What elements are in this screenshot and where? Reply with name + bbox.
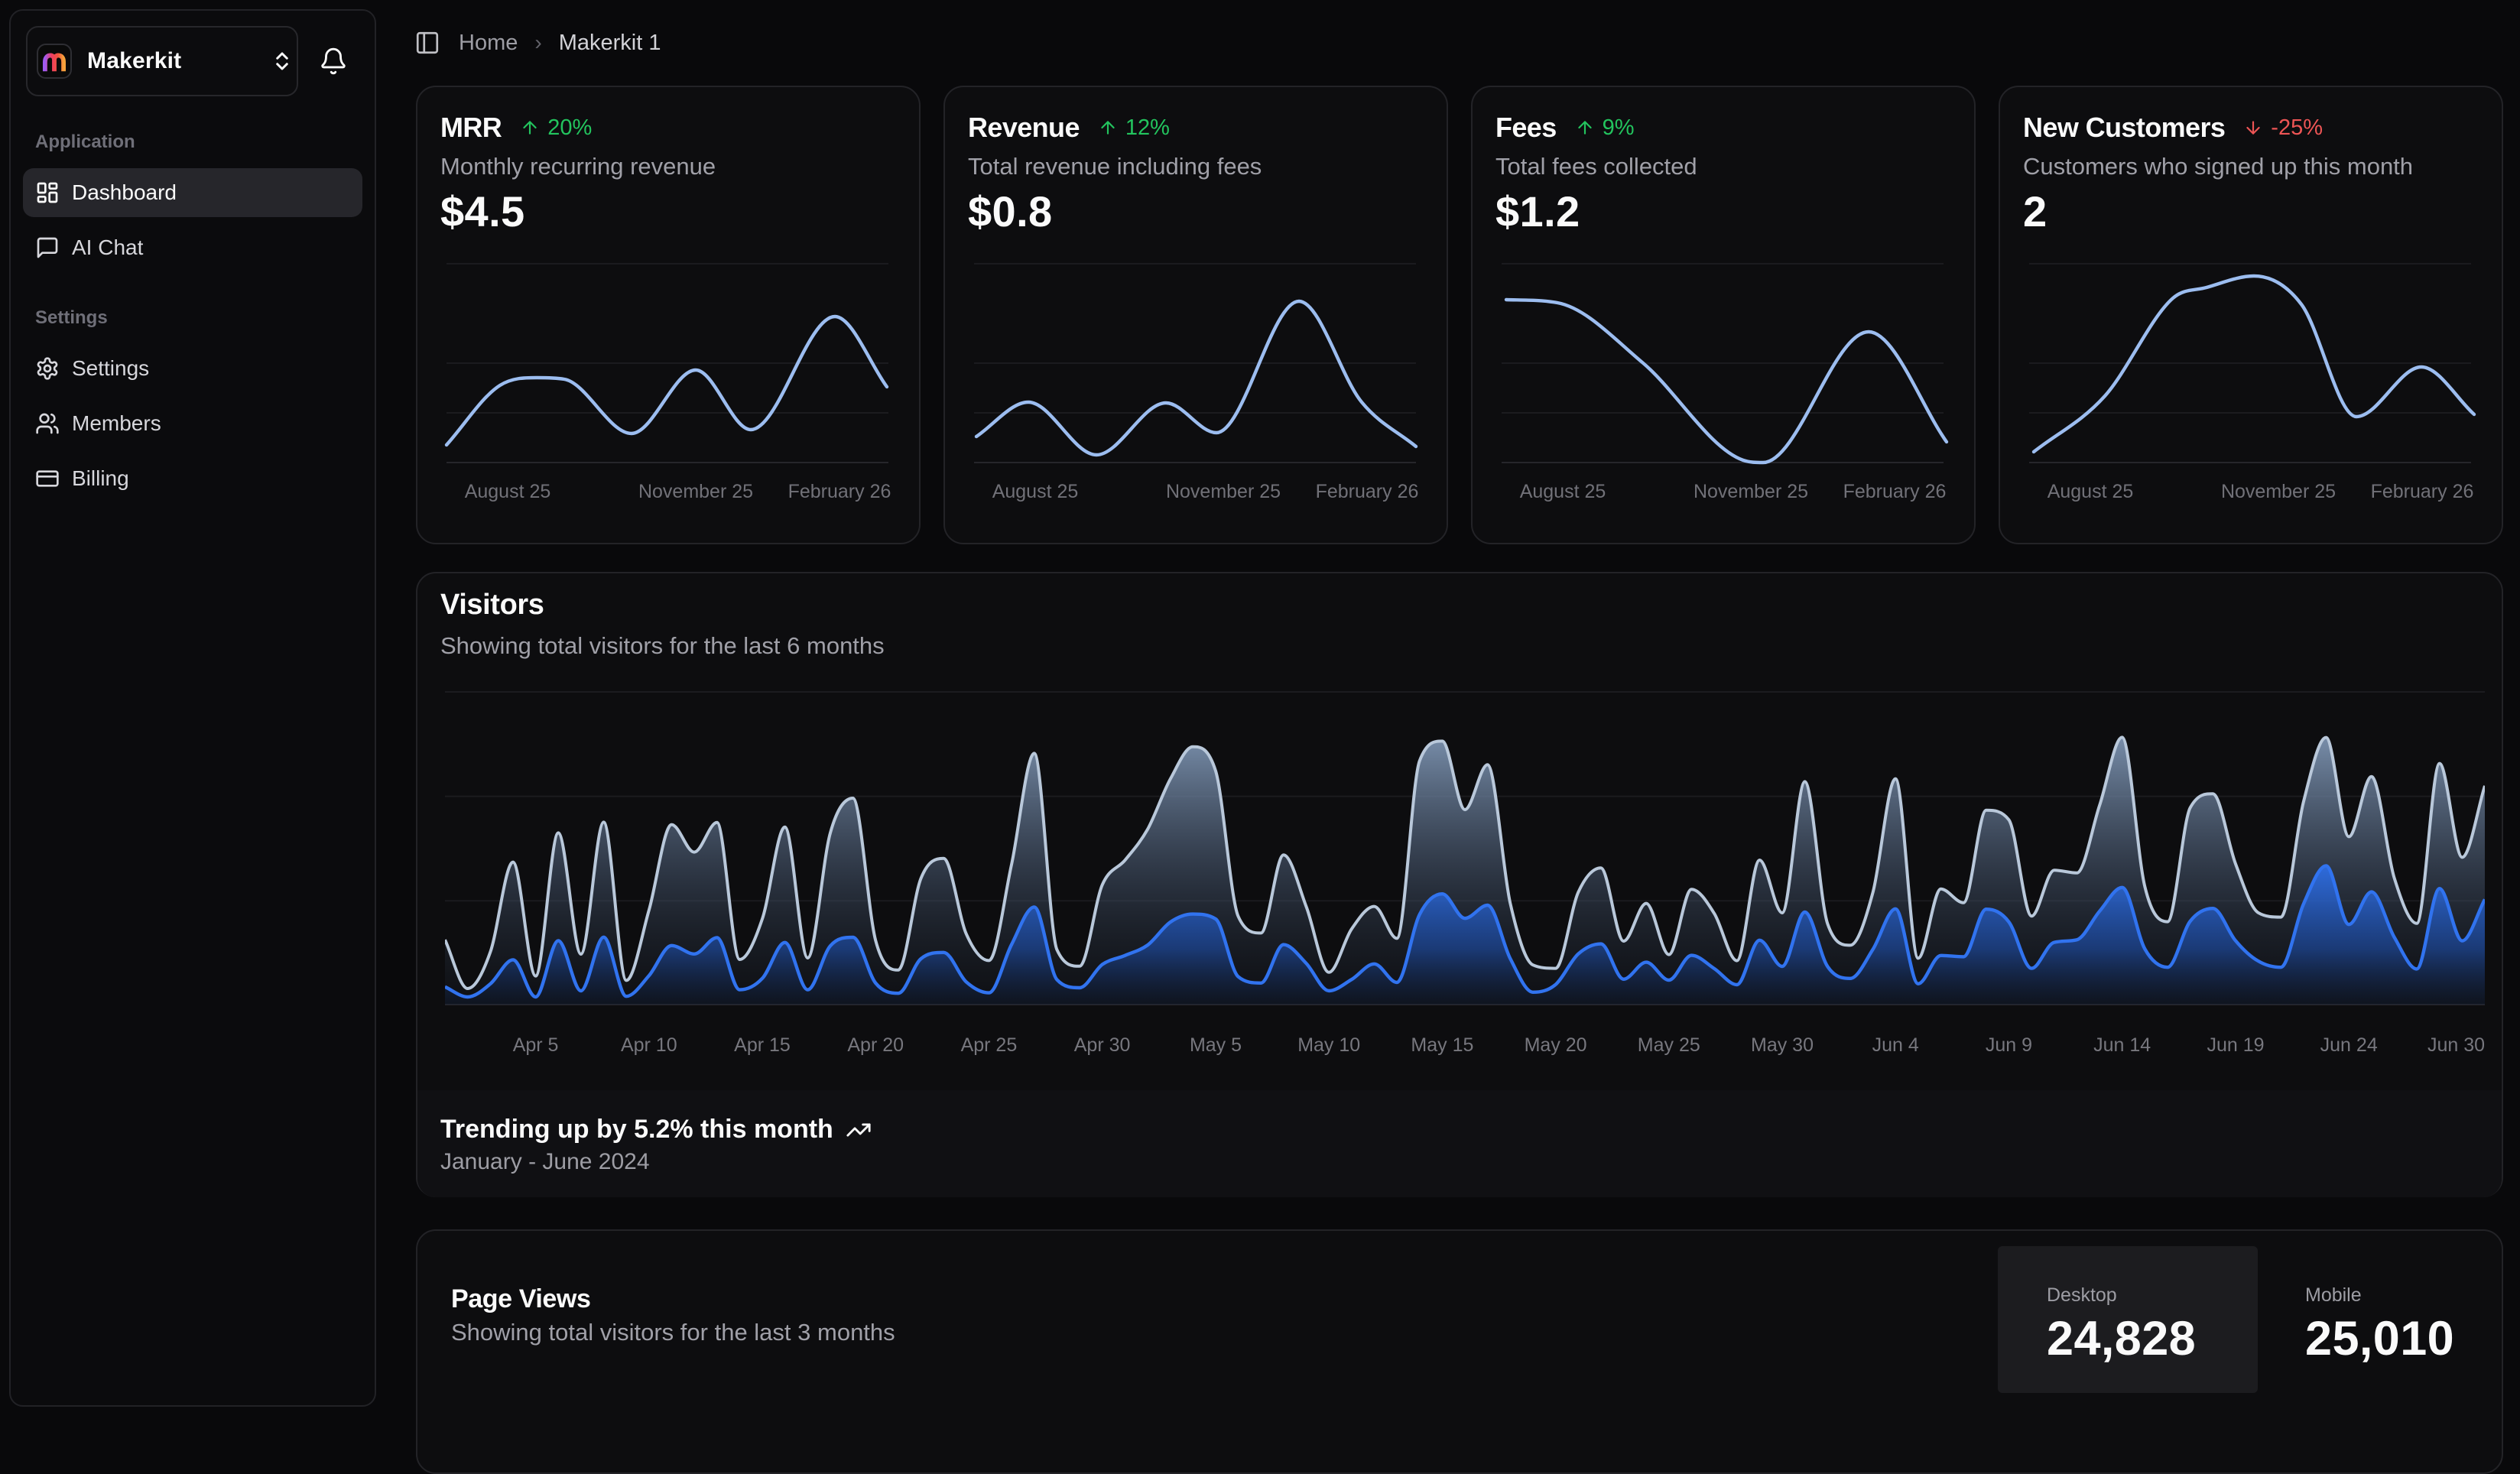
svg-text:February 26: February 26 [1843, 481, 1947, 502]
svg-text:Jun 30: Jun 30 [2427, 1034, 2485, 1056]
svg-text:Jun 4: Jun 4 [1872, 1034, 1919, 1056]
svg-text:Apr 10: Apr 10 [621, 1034, 677, 1056]
svg-text:February 26: February 26 [1316, 481, 1419, 502]
svg-text:May 10: May 10 [1297, 1034, 1360, 1056]
svg-text:August 25: August 25 [1520, 481, 1606, 502]
svg-text:February 26: February 26 [2371, 481, 2474, 502]
svg-text:November 25: November 25 [638, 481, 753, 502]
svg-text:November 25: November 25 [1694, 481, 1808, 502]
svg-text:February 26: February 26 [788, 481, 891, 502]
svg-text:August 25: August 25 [2048, 481, 2134, 502]
svg-text:Apr 5: Apr 5 [513, 1034, 559, 1056]
svg-text:Apr 15: Apr 15 [734, 1034, 791, 1056]
svg-text:May 30: May 30 [1751, 1034, 1814, 1056]
svg-text:Jun 9: Jun 9 [1986, 1034, 2032, 1056]
svg-text:Apr 25: Apr 25 [961, 1034, 1018, 1056]
svg-text:May 20: May 20 [1525, 1034, 1587, 1056]
svg-text:May 5: May 5 [1190, 1034, 1242, 1056]
svg-text:Jun 14: Jun 14 [2093, 1034, 2151, 1056]
svg-text:November 25: November 25 [1166, 481, 1281, 502]
svg-text:August 25: August 25 [465, 481, 551, 502]
svg-text:November 25: November 25 [2221, 481, 2336, 502]
svg-text:Apr 20: Apr 20 [847, 1034, 904, 1056]
svg-text:Jun 19: Jun 19 [2207, 1034, 2264, 1056]
svg-text:May 15: May 15 [1411, 1034, 1473, 1056]
svg-text:Apr 30: Apr 30 [1074, 1034, 1131, 1056]
svg-text:Jun 24: Jun 24 [2320, 1034, 2378, 1056]
svg-text:May 25: May 25 [1638, 1034, 1700, 1056]
svg-text:August 25: August 25 [992, 481, 1079, 502]
